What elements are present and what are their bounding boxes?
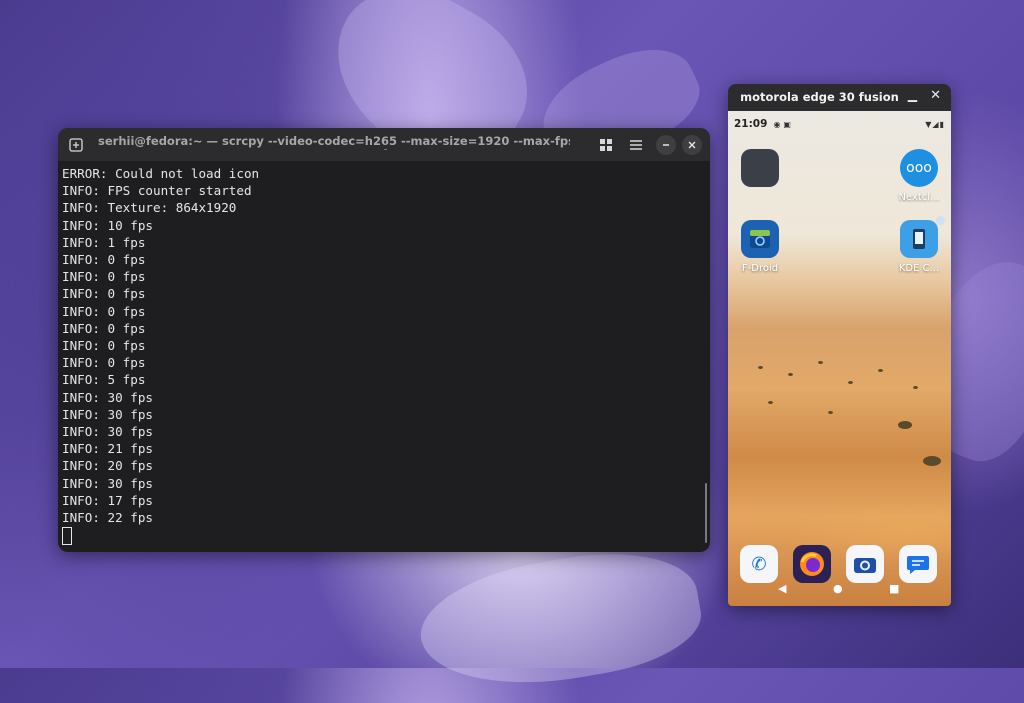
terminal-line: INFO: 0 fps	[62, 252, 146, 268]
scrcpy-window[interactable]: motorola edge 30 fusion ▁ ✕ 21:09 ◉ ▣ ▼◢…	[728, 84, 951, 606]
terminal-line: INFO: 22 fps	[62, 510, 153, 526]
desert-shrub	[923, 456, 941, 466]
home-icon[interactable]: ●	[833, 582, 843, 595]
terminal-output[interactable]: ERROR: Could not load icon INFO: FPS coun…	[58, 161, 710, 545]
app-kde-connect[interactable]: KDE C...	[897, 216, 945, 274]
recents-icon[interactable]: ■	[889, 582, 899, 595]
app-nextcloud[interactable]: ooo Nextcl...	[897, 149, 941, 203]
terminal-line: INFO: Texture: 864x1920	[62, 200, 237, 216]
terminal-line: ERROR: Could not load icon	[62, 166, 260, 181]
terminal-scrollbar[interactable]	[705, 483, 707, 543]
menu-icon[interactable]	[626, 135, 646, 155]
terminal-line: INFO: 0 fps	[62, 286, 146, 302]
desert-shrub	[828, 411, 833, 414]
terminal-titlebar[interactable]: serhii@fedora:~ — scrcpy --video-codec=h…	[58, 128, 710, 161]
back-icon[interactable]: ◀	[778, 582, 786, 595]
app-label-nextcloud: Nextcl...	[898, 192, 940, 203]
terminal-line: INFO: 30 fps	[62, 406, 153, 422]
phone-screen[interactable]: 21:09 ◉ ▣ ▼◢▮ ooo Nextcl... F-Droid KDE …	[728, 111, 951, 606]
desert-shrub	[898, 421, 912, 429]
terminal-line: INFO: 30 fps	[62, 389, 153, 405]
title-indicator	[384, 149, 387, 150]
terminal-line: INFO: FPS counter started	[62, 183, 252, 199]
terminal-line: INFO: 0 fps	[62, 338, 146, 354]
navigation-bar: ◀ ● ■	[728, 576, 951, 600]
app-label-fdroid: F-Droid	[741, 263, 779, 274]
status-bar: 21:09 ◉ ▣ ▼◢▮	[734, 118, 945, 130]
terminal-line: INFO: 30 fps	[62, 475, 153, 491]
notification-icon: ◉	[773, 119, 781, 129]
terminal-line: INFO: 0 fps	[62, 269, 146, 285]
new-tab-icon[interactable]	[66, 135, 86, 155]
terminal-line: INFO: 30 fps	[62, 424, 153, 440]
status-icons: ▼◢▮	[925, 119, 945, 129]
folder-icon	[741, 149, 779, 187]
minimize-icon[interactable]: ▁	[908, 88, 917, 102]
notification-dot	[936, 216, 945, 225]
sim-icon: ▣	[783, 119, 791, 129]
terminal-line: INFO: 21 fps	[62, 441, 153, 457]
nextcloud-icon: ooo	[900, 149, 938, 187]
desert-shrub	[913, 386, 918, 389]
terminal-line: INFO: 10 fps	[62, 217, 153, 233]
desert-shrub	[878, 369, 883, 372]
close-icon[interactable]	[682, 135, 702, 155]
desert-shrub	[818, 361, 823, 364]
terminal-window[interactable]: serhii@fedora:~ — scrcpy --video-codec=h…	[58, 128, 710, 552]
wallpaper-petal	[411, 536, 709, 703]
desert-shrub	[768, 401, 773, 404]
close-icon[interactable]: ✕	[930, 88, 941, 103]
minimize-icon[interactable]	[656, 135, 676, 155]
app-fdroid[interactable]: F-Droid	[738, 220, 782, 274]
status-time: 21:09	[734, 118, 768, 130]
desert-shrub	[758, 366, 763, 369]
fdroid-icon	[741, 220, 779, 258]
app-label-kde-connect: KDE C...	[898, 263, 940, 274]
terminal-line: INFO: 0 fps	[62, 320, 146, 336]
terminal-line: INFO: 1 fps	[62, 234, 146, 250]
phone-window-title: motorola edge 30 fusion	[740, 90, 899, 104]
app-folder[interactable]	[738, 149, 782, 187]
terminal-line: INFO: 5 fps	[62, 372, 146, 388]
kde-connect-icon	[900, 220, 938, 258]
terminal-line: INFO: 0 fps	[62, 303, 146, 319]
terminal-line: INFO: 20 fps	[62, 458, 153, 474]
text-cursor	[62, 526, 72, 545]
desert-shrub	[788, 373, 793, 376]
grid-icon[interactable]	[596, 135, 616, 155]
terminal-line: INFO: 17 fps	[62, 492, 153, 508]
desert-shrub	[848, 381, 853, 384]
phone-titlebar[interactable]: motorola edge 30 fusion ▁ ✕	[728, 84, 951, 111]
terminal-prompt[interactable]	[62, 526, 710, 545]
terminal-line: INFO: 0 fps	[62, 355, 146, 371]
terminal-title: serhii@fedora:~ — scrcpy --video-codec=h…	[98, 134, 570, 148]
